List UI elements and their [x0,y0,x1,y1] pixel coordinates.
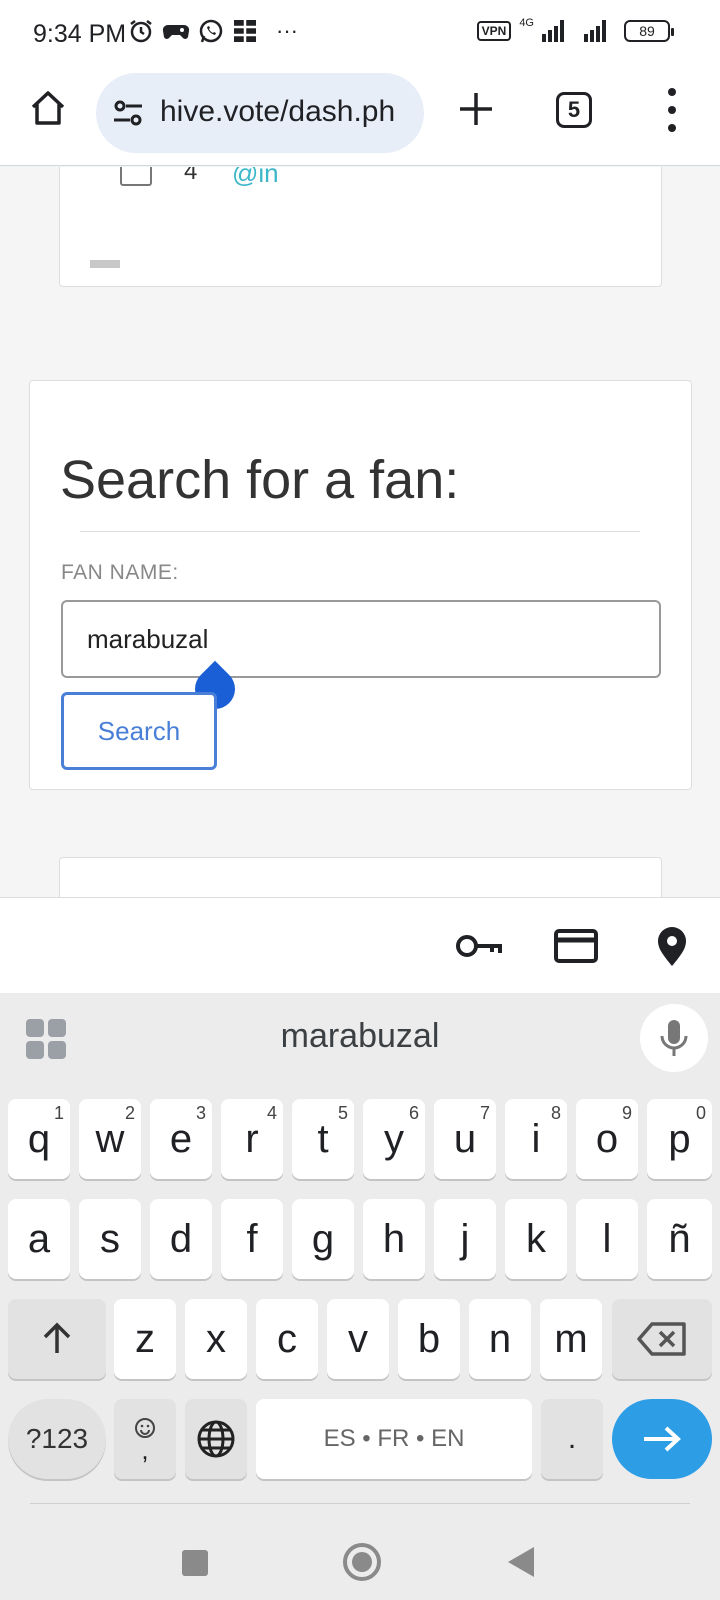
more-options-icon[interactable] [662,88,682,132]
home-icon[interactable] [28,88,68,128]
key-n[interactable]: n [469,1299,531,1379]
key-r[interactable]: r4 [221,1099,283,1179]
key-e[interactable]: e3 [150,1099,212,1179]
key-o[interactable]: o9 [576,1099,638,1179]
key-f[interactable]: f [221,1199,283,1279]
microphone-icon [660,1020,688,1056]
key-g[interactable]: g [292,1199,354,1279]
fan-name-label: FAN NAME: [61,561,179,584]
key-u[interactable]: u7 [434,1099,496,1179]
shift-arrow-icon [43,1322,71,1353]
network-type: 4G [519,17,534,29]
key-j[interactable]: j [434,1199,496,1279]
key-n-tilde[interactable]: ñ [647,1199,712,1279]
next-card [59,857,662,897]
more-icon: ··· [276,18,298,43]
key-l[interactable]: l [576,1199,638,1279]
home-nav-icon[interactable] [343,1543,381,1581]
signal-icon [542,20,564,42]
key-y[interactable]: y6 [363,1099,425,1179]
fan-name-input[interactable] [61,600,661,678]
row-number: 4 [184,167,198,185]
symbols-key[interactable]: ?123 [8,1399,106,1479]
microphone-button[interactable] [640,1004,708,1072]
row-checkbox[interactable] [120,167,152,186]
key-x[interactable]: x [185,1299,247,1379]
web-page: 4 @in Search for a fan: FAN NAME: Search [0,167,720,897]
key-c[interactable]: c [256,1299,318,1379]
grid-icon [234,20,256,42]
gamepad-icon [162,24,190,39]
tab-switcher-button[interactable]: 5 [556,92,592,128]
status-time: 9:34 PM [33,20,127,48]
key-a[interactable]: a [8,1199,70,1279]
notification-icons: ··· [128,18,298,44]
back-nav-icon[interactable] [508,1547,534,1577]
key-v[interactable]: v [327,1299,389,1379]
site-settings-icon[interactable] [112,99,144,127]
backspace-icon [637,1322,686,1356]
signal-icon-2 [584,20,606,42]
whatsapp-icon [199,19,223,43]
key-k[interactable]: k [505,1199,567,1279]
key-b[interactable]: b [398,1299,460,1379]
soft-keyboard: marabuzal q1 w2 e3 r4 t5 y6 u7 i8 o9 p0 … [0,993,720,1600]
key-h[interactable]: h [363,1199,425,1279]
url-bar[interactable]: hive.vote/dash.ph [96,73,424,153]
system-icons: VPN 4G 89 [476,17,674,42]
row-user-link[interactable]: @in [232,167,279,189]
key-s[interactable]: s [79,1199,141,1279]
url-text[interactable]: hive.vote/dash.ph [160,95,412,129]
keyboard-divider [30,1503,690,1504]
search-fan-card: Search for a fan: FAN NAME: Search [29,380,692,790]
key-t[interactable]: t5 [292,1099,354,1179]
space-key[interactable]: ES • FR • EN [256,1399,532,1479]
shift-key[interactable] [8,1299,106,1379]
title-divider [80,531,640,532]
word-suggestion[interactable]: marabuzal [0,1017,720,1056]
alarm-icon [130,20,152,43]
key-icon[interactable] [455,924,503,968]
key-z[interactable]: z [114,1299,176,1379]
fans-list-card: 4 @in [59,167,662,287]
period-key[interactable]: . [541,1399,603,1479]
search-title: Search for a fan: [60,450,460,510]
search-button[interactable]: Search [61,692,217,770]
language-key[interactable] [185,1399,247,1479]
location-pin-icon[interactable] [648,924,696,968]
autofill-bar [0,897,720,993]
key-d[interactable]: d [150,1199,212,1279]
battery-icon: 89 [624,20,674,42]
horizontal-scrollbar[interactable] [90,260,120,268]
emoji-comma-key[interactable]: , [114,1399,176,1479]
new-tab-icon[interactable] [456,89,496,129]
comma-label: , [141,1435,149,1465]
backspace-key[interactable] [612,1299,712,1379]
credit-card-icon[interactable] [552,924,600,968]
vpn-badge: VPN [476,21,512,41]
arrow-right-icon [644,1426,681,1452]
key-i[interactable]: i8 [505,1099,567,1179]
key-p[interactable]: p0 [647,1099,712,1179]
browser-toolbar: hive.vote/dash.ph 5 [0,68,720,166]
globe-icon [197,1420,235,1458]
key-m[interactable]: m [540,1299,602,1379]
recent-apps-icon[interactable] [182,1550,208,1576]
key-q[interactable]: q1 [8,1099,70,1179]
status-bar: 9:34 PM ··· VPN 4G 89 [0,0,720,68]
go-key[interactable] [612,1399,712,1479]
key-w[interactable]: w2 [79,1099,141,1179]
